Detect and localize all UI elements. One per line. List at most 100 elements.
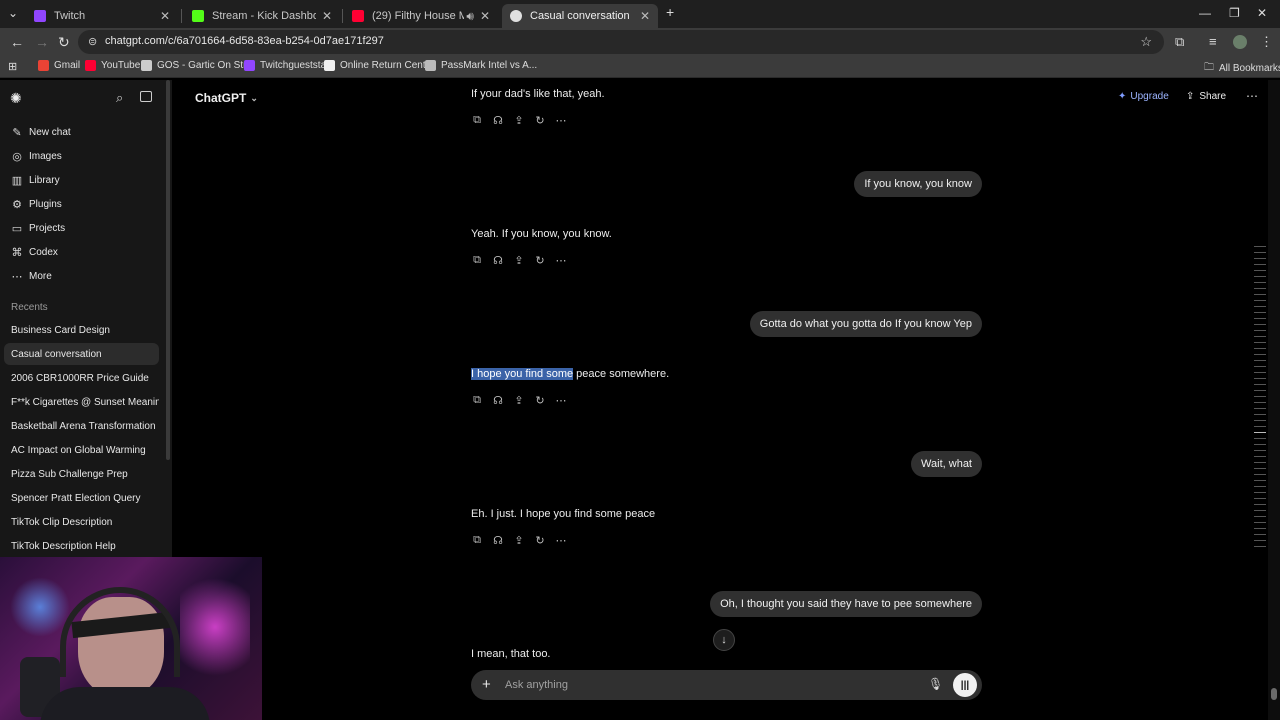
share-message-icon[interactable]: ⇪ — [513, 394, 525, 407]
sidebar-scrollbar[interactable] — [166, 80, 170, 460]
regenerate-icon[interactable]: ↻ — [534, 394, 546, 407]
more-icon[interactable]: ⋯ — [555, 534, 567, 547]
new-tab-icon[interactable]: + — [666, 4, 674, 20]
recent-chat[interactable]: AC Impact on Global Warming — [4, 439, 159, 461]
all-bookmarks[interactable]: 🗀︎ All Bookmarks — [1204, 60, 1280, 77]
recent-chat[interactable]: Business Card Design — [4, 319, 159, 341]
bookmark-gos[interactable]: GOS - Gartic On Str... — [141, 60, 254, 71]
recent-chat[interactable]: TikTok Description Help — [4, 535, 159, 557]
more-icon[interactable]: ⋯ — [555, 394, 567, 407]
reload-icon[interactable]: ↻ — [58, 34, 70, 51]
folder-icon: 🗀︎ — [1204, 62, 1214, 73]
chatgpt-logo-icon[interactable]: ✺ — [10, 90, 22, 107]
feedback-icon[interactable]: ☊ — [492, 114, 504, 127]
restore-icon[interactable]: ❐ — [1229, 6, 1240, 20]
regenerate-icon[interactable]: ↻ — [534, 114, 546, 127]
tab-kick[interactable]: Stream - Kick Dashboard ✕ — [184, 4, 340, 28]
sidebar-item-library[interactable]: ▥ Library — [4, 169, 160, 191]
assistant-message: Yeah. If you know, you know. — [471, 228, 612, 240]
user-message: Wait, what — [911, 451, 982, 477]
share-message-icon[interactable]: ⇪ — [513, 254, 525, 267]
sidebar-toggle-icon[interactable] — [140, 91, 152, 102]
more-icon[interactable]: ⋯ — [555, 114, 567, 127]
recent-chat[interactable]: Basketball Arena Transformation — [4, 415, 159, 437]
codex-icon: ⌘ — [11, 246, 23, 259]
share-button[interactable]: ⇪ Share — [1186, 91, 1226, 102]
forward-icon[interactable]: → — [35, 34, 49, 50]
more-icon[interactable]: ⋯ — [555, 254, 567, 267]
bookmark-gmail[interactable]: Gmail — [38, 60, 80, 71]
feedback-icon[interactable]: ☊ — [492, 254, 504, 267]
sidebar-item-images[interactable]: ◎ Images — [4, 145, 160, 167]
tab-search-icon[interactable]: ⌄ — [8, 6, 18, 20]
regenerate-icon[interactable]: ↻ — [534, 254, 546, 267]
sidebar-item-label: Images — [29, 150, 62, 162]
apps-grid-icon[interactable]: ⊞ — [8, 60, 17, 73]
recent-chat[interactable]: 2006 CBR1000RR Price Guide — [4, 367, 159, 389]
microphone-icon[interactable]: 🎙︎ — [928, 677, 943, 691]
tab-twitch[interactable]: Twitch ✕ — [26, 4, 178, 28]
copy-icon[interactable]: ⧉ — [471, 394, 483, 407]
sidebar-item-more[interactable]: ⋯ More — [4, 265, 160, 287]
close-icon[interactable]: ✕ — [322, 9, 332, 23]
share-message-icon[interactable]: ⇪ — [513, 114, 525, 127]
page-scrollbar[interactable] — [1268, 80, 1280, 720]
close-icon[interactable]: ✕ — [480, 9, 490, 23]
sidebar-item-codex[interactable]: ⌘ Codex — [4, 241, 160, 263]
sidebar-item-new-chat[interactable]: ✎ New chat — [4, 121, 160, 143]
youtube-favicon-icon — [352, 10, 364, 22]
extensions-icon[interactable]: ⧉ — [1175, 34, 1184, 50]
scrollbar-thumb[interactable] — [1271, 688, 1277, 700]
copy-icon[interactable]: ⧉ — [471, 254, 483, 267]
profile-avatar[interactable] — [1233, 35, 1247, 49]
voice-mode-button[interactable]: ||| — [953, 673, 977, 697]
bookmark-passmark[interactable]: PassMark Intel vs A... — [425, 60, 537, 71]
omnibox[interactable]: ⊜ chatgpt.com/c/6a701664-6d58-83ea-b254-… — [78, 30, 1164, 54]
sidebar-item-plugins[interactable]: ⚙ Plugins — [4, 193, 160, 215]
speaker-icon[interactable]: 🔊︎ — [466, 9, 474, 24]
model-selector[interactable]: ChatGPT ⌄ — [195, 91, 258, 105]
feedback-icon[interactable]: ☊ — [492, 534, 504, 547]
bookmark-star-icon[interactable]: ☆ — [1140, 34, 1152, 50]
regenerate-icon[interactable]: ↻ — [534, 534, 546, 547]
conversation-minimap[interactable] — [1254, 246, 1266, 552]
tab-casual-conversation[interactable]: Casual conversation ✕ — [502, 4, 658, 28]
recent-chat[interactable]: F**k Cigarettes @ Sunset Meaning — [4, 391, 159, 413]
prompt-input[interactable]: Ask anything — [505, 679, 568, 691]
browser-menu-icon[interactable]: ⋮ — [1260, 34, 1273, 50]
window-close-icon[interactable]: ✕ — [1257, 6, 1267, 20]
close-icon[interactable]: ✕ — [640, 9, 650, 23]
more-options-icon[interactable]: ⋯ — [1246, 89, 1258, 103]
bookmark-label: Gmail — [54, 60, 81, 71]
recent-chat[interactable]: Pizza Sub Challenge Prep — [4, 463, 159, 485]
sidebar-item-projects[interactable]: ▭ Projects — [4, 217, 160, 239]
minimize-icon[interactable]: — — [1199, 6, 1211, 20]
media-controls-icon[interactable]: ≡ — [1209, 34, 1217, 49]
recent-chat-active[interactable]: Casual conversation — [4, 343, 159, 365]
attach-plus-icon[interactable]: + — [482, 676, 491, 693]
bookmark-youtube[interactable]: YouTube — [85, 60, 140, 71]
back-icon[interactable]: ← — [10, 34, 24, 50]
bookmark-twitchguestsar[interactable]: Twitchgueststar — [244, 60, 329, 71]
sidebar-item-label: Codex — [29, 246, 58, 258]
bookmark-online-return[interactable]: Online Return Center — [324, 60, 435, 71]
upgrade-button[interactable]: ✦ Upgrade — [1118, 91, 1169, 102]
recent-chat[interactable]: Spencer Pratt Election Query — [4, 487, 159, 509]
close-icon[interactable]: ✕ — [160, 9, 170, 23]
copy-icon[interactable]: ⧉ — [471, 534, 483, 547]
share-message-icon[interactable]: ⇪ — [513, 534, 525, 547]
recent-chat[interactable]: TikTok Clip Description — [4, 511, 159, 533]
site-info-icon[interactable]: ⊜ — [88, 35, 97, 48]
selected-text[interactable]: I hope you find some — [471, 368, 574, 380]
scroll-to-bottom-button[interactable]: ↓ — [713, 629, 735, 651]
gmail-icon — [38, 60, 49, 71]
images-icon: ◎ — [12, 150, 22, 163]
feedback-icon[interactable]: ☊ — [492, 394, 504, 407]
twitch-icon — [244, 60, 255, 71]
search-icon[interactable]: ⌕ — [116, 90, 123, 106]
webcam-overlay — [0, 557, 262, 720]
copy-icon[interactable]: ⧉ — [471, 114, 483, 127]
url-text[interactable]: chatgpt.com/c/6a701664-6d58-83ea-b254-0d… — [105, 35, 384, 47]
tab-youtube[interactable]: (29) Filthy House Music - Yo 🔊︎ ✕ — [344, 4, 498, 28]
sidebar-item-label: Projects — [29, 222, 66, 234]
